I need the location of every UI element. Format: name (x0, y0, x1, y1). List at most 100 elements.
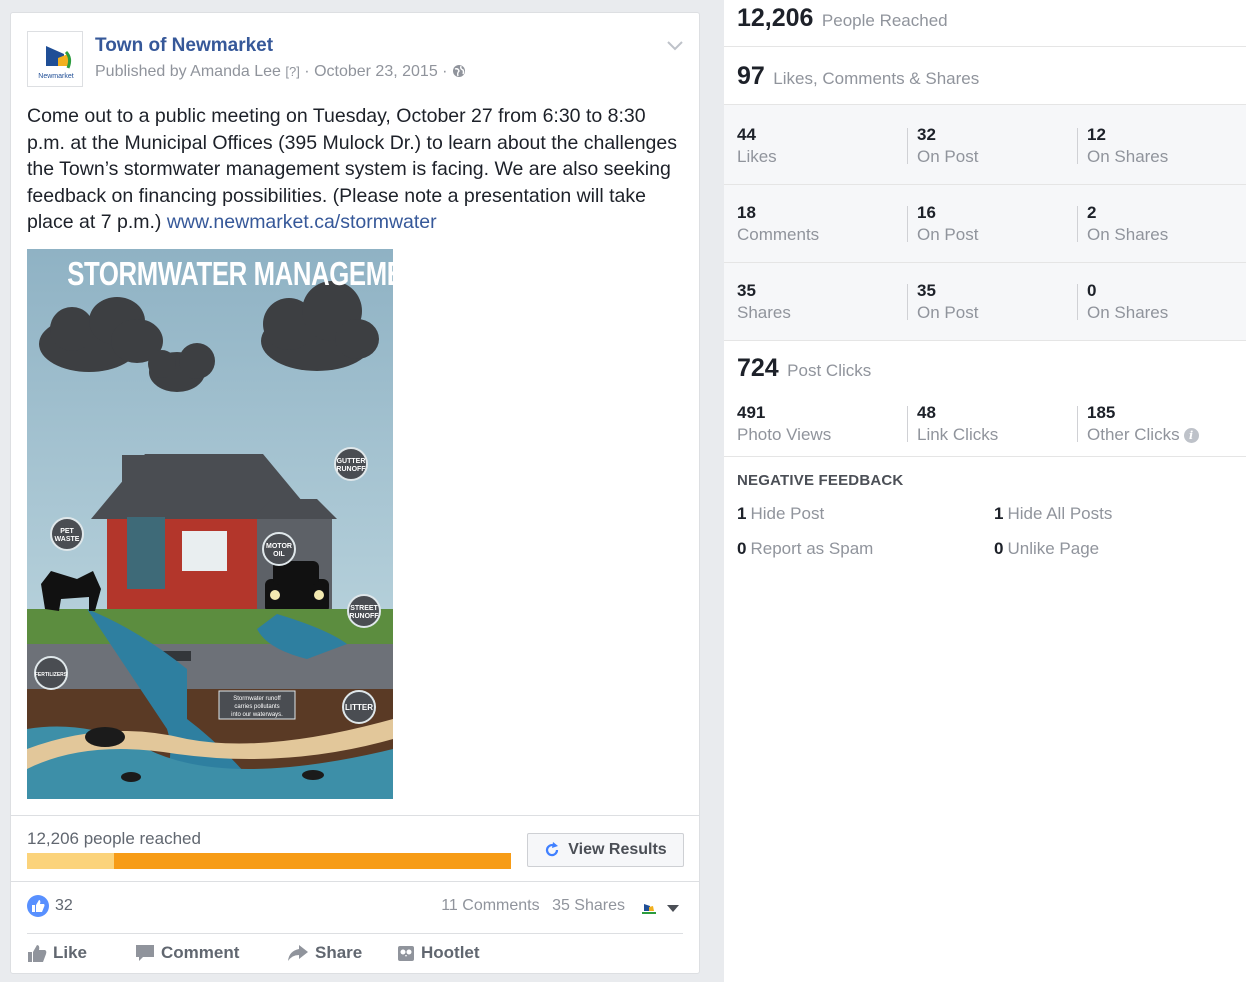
reach-bar-fill (27, 853, 115, 869)
separator (1077, 128, 1078, 164)
engagement-total: 97 Likes, Comments & Shares (737, 62, 979, 91)
action-bar: Like Comment Share Hootlet (27, 939, 683, 967)
comment-button[interactable]: Comment (135, 939, 239, 967)
hootlet-owl-icon (398, 946, 414, 961)
shares-on-post: 35 On Post (917, 281, 979, 322)
hootlet-button[interactable]: Hootlet (397, 939, 480, 967)
separator (1077, 206, 1078, 242)
likes-on-shares: 12 On Shares (1087, 125, 1169, 166)
reach-label: 12,206 people reached (27, 829, 201, 848)
globe-icon (452, 65, 465, 77)
comment-icon (136, 945, 154, 961)
other-clicks: 185 Other Clicks i (1087, 402, 1199, 446)
page-logo[interactable]: Newmarket (27, 31, 83, 87)
post-card: Newmarket Town of Newmarket Published by… (10, 12, 700, 974)
separator (1077, 406, 1078, 442)
divider (724, 104, 1246, 105)
engagement-label: Likes, Comments & Shares (773, 69, 980, 88)
refresh-icon (546, 842, 559, 857)
people-reached: 12,206 People Reached (737, 4, 948, 33)
divider (724, 184, 1246, 185)
post-clicks: 724 Post Clicks (737, 354, 871, 383)
svg-text:PET: PET (60, 528, 74, 535)
shares-count-link[interactable]: 35 Shares (552, 897, 625, 914)
post-header: Newmarket Town of Newmarket Published by… (27, 31, 683, 87)
likes-on-post: 32 On Post (917, 125, 979, 166)
comments-on-post: 16 On Post (917, 203, 979, 244)
post-body: Come out to a public meeting on Tuesday,… (27, 103, 687, 236)
svg-text:RUNOFF: RUNOFF (349, 613, 379, 620)
separator (907, 206, 908, 242)
published-by: Published by Amanda Lee (95, 63, 281, 80)
engagement-value: 97 (737, 62, 765, 90)
divider (11, 815, 699, 816)
help-marker[interactable]: [?] (285, 64, 299, 79)
report-spam-stat: 0 Report as Spam (737, 539, 874, 558)
negative-feedback-title: NEGATIVE FEEDBACK (737, 472, 904, 489)
link-clicks: 48 Link Clicks (917, 403, 999, 444)
people-reached-value: 12,206 (737, 4, 814, 32)
post-clicks-value: 724 (737, 354, 779, 382)
comment-label: Comment (161, 943, 240, 962)
divider (724, 262, 1246, 263)
svg-text:STREET: STREET (350, 605, 378, 612)
svg-text:GUTTER: GUTTER (337, 458, 366, 465)
reach-bar (27, 853, 511, 869)
post-meta: Published by Amanda Lee [?] · October 23… (95, 63, 466, 81)
like-label: Like (53, 943, 88, 962)
photo-views: 491 Photo Views (737, 403, 832, 444)
comments-shares: 11 Comments 35 Shares (441, 897, 625, 915)
unlike-page-stat: 0 Unlike Page (994, 539, 1100, 558)
view-results-label: View Results (568, 841, 667, 858)
like-button[interactable]: Like (27, 939, 87, 967)
likes-total: 44 Likes (737, 125, 777, 166)
separator (1077, 284, 1078, 320)
svg-text:LITTER: LITTER (345, 703, 373, 712)
svg-text:MOTOR: MOTOR (266, 543, 292, 550)
divider (27, 933, 683, 934)
divider (724, 456, 1246, 457)
page-name-link[interactable]: Town of Newmarket (95, 35, 273, 57)
post-clicks-label: Post Clicks (787, 361, 872, 380)
post-link[interactable]: www.newmarket.ca/stormwater (167, 211, 437, 233)
share-button[interactable]: Share (287, 939, 362, 967)
like-count[interactable]: 32 (55, 897, 73, 915)
post-image[interactable]: GUTTER RUNOFF PET WASTE MOTOR OIL STREET… (27, 249, 438, 799)
shares-total: 35 Shares (737, 281, 791, 322)
share-label: Share (315, 943, 363, 962)
caret-down-icon[interactable] (667, 905, 679, 912)
svg-text:WASTE: WASTE (55, 536, 80, 543)
svg-text:OIL: OIL (273, 551, 285, 558)
shares-on-shares: 0 On Shares (1087, 281, 1169, 322)
people-reached-label: People Reached (821, 11, 948, 30)
divider (724, 46, 1246, 47)
svg-text:into our waterways.: into our waterways. (231, 712, 283, 718)
like-reaction-icon[interactable] (27, 895, 49, 917)
svg-text:FERTILIZERS: FERTILIZERS (35, 672, 68, 678)
comments-count-link[interactable]: 11 Comments (441, 897, 539, 914)
share-icon (288, 945, 308, 961)
hide-all-posts-stat: 1 Hide All Posts (994, 504, 1113, 523)
stormwater-infographic: GUTTER RUNOFF PET WASTE MOTOR OIL STREET… (27, 249, 393, 799)
page-avatar-icon[interactable] (641, 901, 657, 915)
svg-text:Newmarket: Newmarket (38, 73, 73, 80)
view-results-button[interactable]: View Results (527, 833, 684, 867)
separator (907, 284, 908, 320)
infographic-title: STORMWATER MANAGEMENT (67, 255, 438, 292)
hootlet-label: Hootlet (421, 943, 480, 962)
post-date[interactable]: · October 23, 2015 · (304, 63, 447, 80)
hide-post-stat: 1 Hide Post (737, 504, 825, 523)
thumbs-up-icon (28, 945, 47, 962)
separator (907, 128, 908, 164)
svg-text:RUNOFF: RUNOFF (336, 466, 366, 473)
svg-text:carries pollutants: carries pollutants (234, 704, 279, 710)
divider (11, 881, 699, 882)
comments-on-shares: 2 On Shares (1087, 203, 1169, 244)
insights-panel: 12,206 People Reached 97 Likes, Comments… (724, 0, 1246, 982)
chevron-down-icon[interactable] (667, 41, 683, 51)
reactions-summary: 32 11 Comments 35 Shares (27, 893, 683, 919)
svg-text:Stormwater runoff: Stormwater runoff (233, 696, 281, 702)
info-icon[interactable]: i (1183, 428, 1199, 443)
comments-total: 18 Comments (737, 203, 820, 244)
divider (724, 340, 1246, 341)
